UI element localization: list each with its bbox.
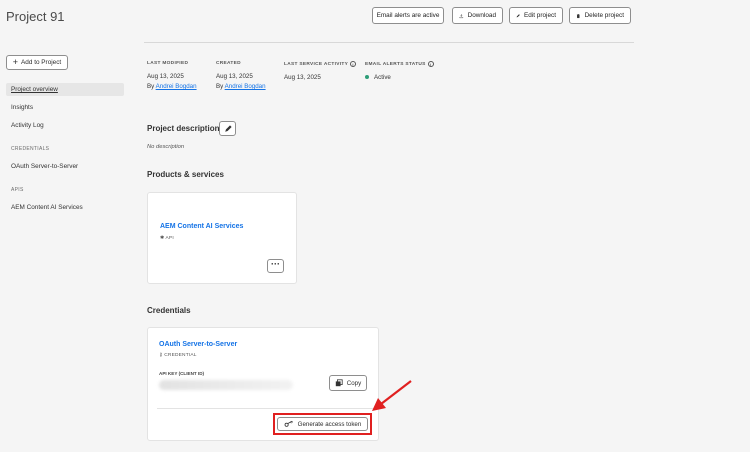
- credential-divider: [157, 408, 376, 409]
- status-dot-icon: [365, 75, 369, 80]
- sidebar-item-aem-content-ai[interactable]: AEM Content AI Services: [6, 201, 124, 214]
- apis-heading: APIS: [11, 187, 24, 193]
- edit-description-button[interactable]: [219, 121, 236, 136]
- sidebar-item-insights[interactable]: Insights: [6, 101, 124, 114]
- info-icon[interactable]: i: [427, 61, 434, 67]
- sidebar-item-label: OAuth Server-to-Server: [11, 163, 79, 170]
- status-value: Active: [374, 74, 391, 81]
- sidebar-item-activity-log[interactable]: Activity Log: [6, 119, 124, 132]
- meta-last-service-activity: LAST SERVICE ACTIVITY i Aug 13, 2025: [284, 61, 357, 81]
- edit-project-button[interactable]: Edit project: [509, 7, 563, 24]
- pencil-icon: [516, 13, 520, 17]
- meta-by: By Andrei Bogdan: [216, 83, 266, 90]
- description-value: No description: [147, 144, 185, 150]
- download-icon: [459, 13, 464, 18]
- meta-last-modified: LAST MODIFIED Aug 13, 2025 By Andrei Bog…: [147, 61, 197, 90]
- api-key-label: API KEY (CLIENT ID): [159, 371, 205, 376]
- download-label: Download: [467, 12, 496, 19]
- sidebar-item-label: Insights: [11, 104, 34, 111]
- credential-name-link[interactable]: OAuth Server-to-Server: [159, 341, 237, 348]
- download-button[interactable]: Download: [452, 7, 503, 24]
- meta-created: CREATED Aug 13, 2025 By Andrei Bogdan: [216, 61, 266, 90]
- highlight-box: [273, 413, 372, 435]
- meta-label: EMAIL ALERTS STATUS: [365, 61, 426, 67]
- meta-label: CREATED: [216, 61, 241, 66]
- sidebar-item-oauth[interactable]: OAuth Server-to-Server: [6, 160, 124, 173]
- meta-by-prefix: By: [216, 83, 224, 90]
- api-icon: ✱: [160, 236, 165, 241]
- user-link[interactable]: Andrei Bogdan: [225, 83, 266, 90]
- meta-by-prefix: By: [147, 83, 155, 90]
- copy-icon: [335, 379, 343, 387]
- product-card: AEM Content AI Services ✱ API ···: [147, 192, 297, 284]
- copy-label: Copy: [346, 379, 362, 387]
- delete-project-label: Delete project: [584, 12, 624, 19]
- credential-type: CREDENTIAL: [164, 353, 197, 358]
- user-link[interactable]: Andrei Bogdan: [156, 83, 197, 90]
- product-type: API: [165, 236, 174, 241]
- api-key-value: [159, 380, 293, 390]
- credentials-title: Credentials: [147, 306, 191, 315]
- meta-label: LAST SERVICE ACTIVITY: [284, 61, 349, 67]
- email-alerts-button[interactable]: Email alerts are active: [372, 7, 444, 24]
- products-title: Products & services: [147, 170, 224, 179]
- sidebar-item-label: AEM Content AI Services: [11, 204, 83, 211]
- product-name-link[interactable]: AEM Content AI Services: [160, 223, 243, 230]
- more-options-button[interactable]: ···: [267, 259, 284, 273]
- delete-project-button[interactable]: Delete project: [569, 7, 631, 24]
- email-alerts-label: Email alerts are active: [376, 12, 440, 19]
- add-to-project-button[interactable]: + Add to Project: [6, 55, 68, 70]
- meta-date: Aug 13, 2025: [216, 73, 253, 80]
- plus-icon: +: [12, 57, 19, 67]
- sidebar-item-label: Activity Log: [11, 122, 44, 129]
- edit-project-label: Edit project: [524, 12, 556, 19]
- trash-icon: [576, 13, 580, 18]
- copy-button[interactable]: Copy: [329, 375, 367, 391]
- page-title: Project 91: [6, 9, 65, 24]
- credentials-heading: CREDENTIALS: [11, 146, 50, 152]
- header-divider: [144, 42, 634, 43]
- meta-date: Aug 13, 2025: [147, 73, 184, 80]
- info-icon[interactable]: i: [350, 61, 357, 67]
- meta-date: Aug 13, 2025: [284, 74, 321, 81]
- sidebar-item-label: Project overview: [11, 86, 58, 93]
- meta-email-alerts-status: EMAIL ALERTS STATUS i Active: [365, 61, 434, 81]
- more-icon: ···: [271, 259, 280, 269]
- key-icon: ⚷: [159, 353, 163, 358]
- meta-by: By Andrei Bogdan: [147, 83, 197, 90]
- meta-label: LAST MODIFIED: [147, 61, 189, 66]
- sidebar-item-project-overview[interactable]: Project overview: [6, 83, 124, 96]
- add-to-project-label: Add to Project: [21, 59, 62, 66]
- description-title: Project description: [147, 124, 220, 133]
- pencil-icon: [224, 124, 232, 132]
